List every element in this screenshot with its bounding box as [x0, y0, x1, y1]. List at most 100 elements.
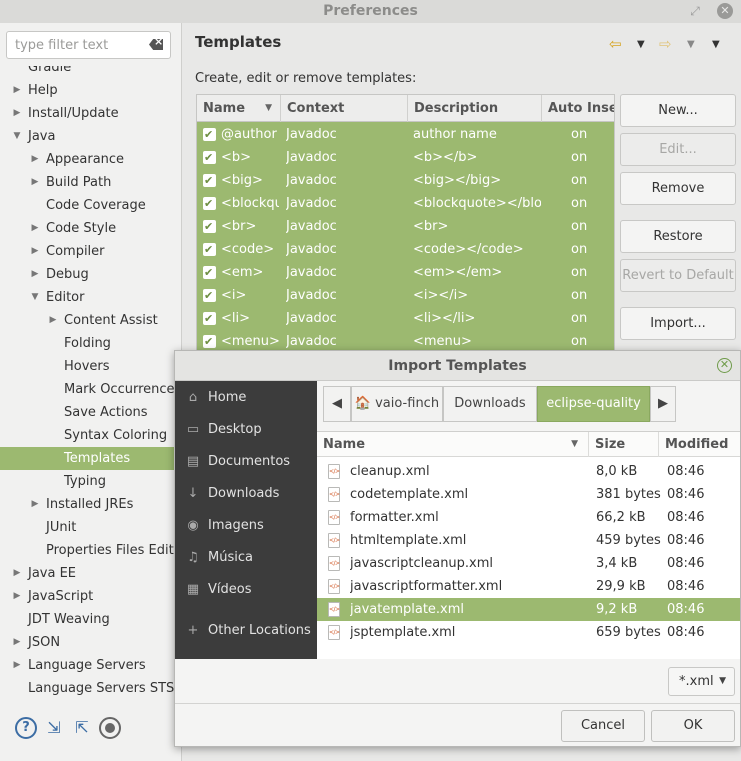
- chevron-down-icon[interactable]: ▼: [30, 286, 40, 309]
- view-menu-icon[interactable]: ▼: [712, 39, 720, 50]
- col-name-header[interactable]: Name ▼: [197, 95, 281, 122]
- table-row[interactable]: <code> Javadoc <code></code> on: [197, 238, 614, 261]
- path-forward-button[interactable]: ▶: [650, 386, 676, 422]
- table-row[interactable]: <em> Javadoc <em></em> on: [197, 261, 614, 284]
- filter-field[interactable]: [6, 31, 171, 59]
- enabled-checkbox[interactable]: [203, 307, 216, 330]
- tree-item[interactable]: ▶ Build Path: [0, 171, 178, 194]
- tree-item[interactable]: ▶ JSON: [0, 631, 178, 654]
- enabled-checkbox[interactable]: [203, 215, 216, 238]
- cancel-button[interactable]: Cancel: [561, 710, 645, 742]
- place-item[interactable]: ▤ Documentos: [175, 448, 317, 476]
- col-autoinsert-header[interactable]: Auto Insert: [542, 95, 614, 122]
- templates-table[interactable]: Name▼ Context Description Auto Insert @a…: [196, 94, 615, 354]
- chevron-right-icon[interactable]: ▶: [30, 263, 40, 286]
- chevron-right-icon[interactable]: ▶: [30, 240, 40, 263]
- file-row[interactable]: javatemplate.xml 9,2 kB 08:46: [317, 598, 740, 621]
- clear-filter-icon[interactable]: [149, 39, 163, 50]
- tree-item[interactable]: ▶ Installed JREs: [0, 493, 178, 516]
- tree-item[interactable]: ▶ Install/Update: [0, 102, 178, 125]
- table-row[interactable]: <br> Javadoc <br> on: [197, 215, 614, 238]
- tree-item[interactable]: Properties Files Editor: [0, 539, 181, 562]
- table-row[interactable]: <b> Javadoc <b></b> on: [197, 146, 614, 169]
- tree-item[interactable]: ▶ Java EE: [0, 562, 178, 585]
- tree-item[interactable]: JUnit: [0, 516, 178, 539]
- record-icon[interactable]: [99, 717, 121, 739]
- tree-item[interactable]: ▶ Help: [0, 79, 178, 102]
- chevron-right-icon[interactable]: ▶: [12, 79, 22, 102]
- enabled-checkbox[interactable]: [203, 261, 216, 284]
- remove-button[interactable]: Remove: [620, 172, 736, 205]
- tree-item[interactable]: Mark Occurrences: [0, 378, 181, 401]
- place-item[interactable]: ⌂ Home: [175, 384, 317, 412]
- file-row[interactable]: javascriptformatter.xml 29,9 kB 08:46: [317, 575, 740, 598]
- chevron-right-icon[interactable]: ▶: [12, 102, 22, 125]
- tree-item[interactable]: ▼ Editor: [0, 286, 178, 309]
- file-row[interactable]: htmltemplate.xml 459 bytes 08:46: [317, 529, 740, 552]
- restore-removed-button[interactable]: Restore Removed: [620, 220, 736, 275]
- place-item[interactable]: ▦ Vídeos: [175, 576, 317, 604]
- tree-item[interactable]: Language Servers STS: [0, 677, 178, 696]
- path-segment-current[interactable]: eclipse-quality: [537, 386, 650, 422]
- table-row[interactable]: <li> Javadoc <li></li> on: [197, 307, 614, 330]
- dialog-close-icon[interactable]: ✕: [717, 358, 732, 373]
- new-button[interactable]: New...: [620, 94, 736, 127]
- file-row[interactable]: javascriptcleanup.xml 3,4 kB 08:46: [317, 552, 740, 575]
- enabled-checkbox[interactable]: [203, 169, 216, 192]
- edit-button[interactable]: Edit...: [620, 133, 736, 166]
- file-row[interactable]: formatter.xml 66,2 kB 08:46: [317, 506, 740, 529]
- path-segment-downloads[interactable]: Downloads: [443, 386, 537, 422]
- chevron-right-icon[interactable]: ▶: [30, 171, 40, 194]
- window-close-icon[interactable]: ✕: [717, 3, 733, 19]
- enabled-checkbox[interactable]: [203, 284, 216, 307]
- chevron-right-icon[interactable]: ▶: [12, 585, 22, 608]
- col-context-header[interactable]: Context: [281, 95, 408, 122]
- col-size-header[interactable]: Size: [589, 432, 659, 457]
- place-item[interactable]: ↓ Downloads: [175, 480, 317, 508]
- ok-button[interactable]: OK: [651, 710, 735, 742]
- chevron-right-icon[interactable]: ▶: [30, 493, 40, 516]
- forward-arrow-icon[interactable]: ⇨: [659, 35, 672, 53]
- path-segment-home[interactable]: 🏠 vaio-finch: [351, 386, 443, 422]
- tree-item[interactable]: ▶ Content Assist: [0, 309, 178, 332]
- tree-item[interactable]: Typing: [0, 470, 178, 493]
- tree-item[interactable]: JDT Weaving: [0, 608, 178, 631]
- path-back-button[interactable]: ◀: [323, 386, 351, 422]
- file-type-filter[interactable]: *.xml ▼: [668, 667, 735, 696]
- place-item[interactable]: ◉ Imagens: [175, 512, 317, 540]
- tree-item[interactable]: ▼ Java: [0, 125, 178, 148]
- export-icon[interactable]: ⇱: [71, 717, 93, 739]
- col-description-header[interactable]: Description: [408, 95, 542, 122]
- back-menu-icon[interactable]: ▼: [637, 39, 645, 50]
- tree-item[interactable]: ▶ JavaScript: [0, 585, 178, 608]
- tree-item[interactable]: ▶ Code Style: [0, 217, 178, 240]
- enabled-checkbox[interactable]: [203, 330, 216, 353]
- place-item[interactable]: ♫ Música: [175, 544, 317, 572]
- filter-input[interactable]: [7, 32, 137, 58]
- file-row[interactable]: jsptemplate.xml 659 bytes 08:46: [317, 621, 740, 644]
- back-arrow-icon[interactable]: ⇦: [609, 35, 622, 53]
- chevron-right-icon[interactable]: ▶: [48, 309, 58, 332]
- chevron-right-icon[interactable]: ▶: [12, 654, 22, 677]
- table-row[interactable]: <big> Javadoc <big></big> on: [197, 169, 614, 192]
- chevron-right-icon[interactable]: ▶: [12, 631, 22, 654]
- place-item[interactable]: ▭ Desktop: [175, 416, 317, 444]
- tree-item[interactable]: Hovers: [0, 355, 178, 378]
- file-row[interactable]: codetemplate.xml 381 bytes 08:46: [317, 483, 740, 506]
- help-icon[interactable]: ?: [15, 717, 37, 739]
- table-row[interactable]: <i> Javadoc <i></i> on: [197, 284, 614, 307]
- enabled-checkbox[interactable]: [203, 146, 216, 169]
- enabled-checkbox[interactable]: [203, 238, 216, 261]
- chevron-right-icon[interactable]: ▶: [30, 148, 40, 171]
- tree-item[interactable]: Gradle: [0, 66, 178, 79]
- chevron-down-icon[interactable]: ▼: [12, 125, 22, 148]
- import-button[interactable]: Import...: [620, 307, 736, 340]
- tree-item[interactable]: ▶ Debug: [0, 263, 178, 286]
- import-icon[interactable]: ⇲: [43, 717, 65, 739]
- tree-item[interactable]: Code Coverage: [0, 194, 178, 217]
- enabled-checkbox[interactable]: [203, 123, 216, 146]
- tree-item[interactable]: ▶ Language Servers: [0, 654, 178, 677]
- tree-item[interactable]: ▶ Appearance: [0, 148, 178, 171]
- place-item[interactable]: + Other Locations: [175, 617, 317, 645]
- chevron-right-icon[interactable]: ▶: [12, 562, 22, 585]
